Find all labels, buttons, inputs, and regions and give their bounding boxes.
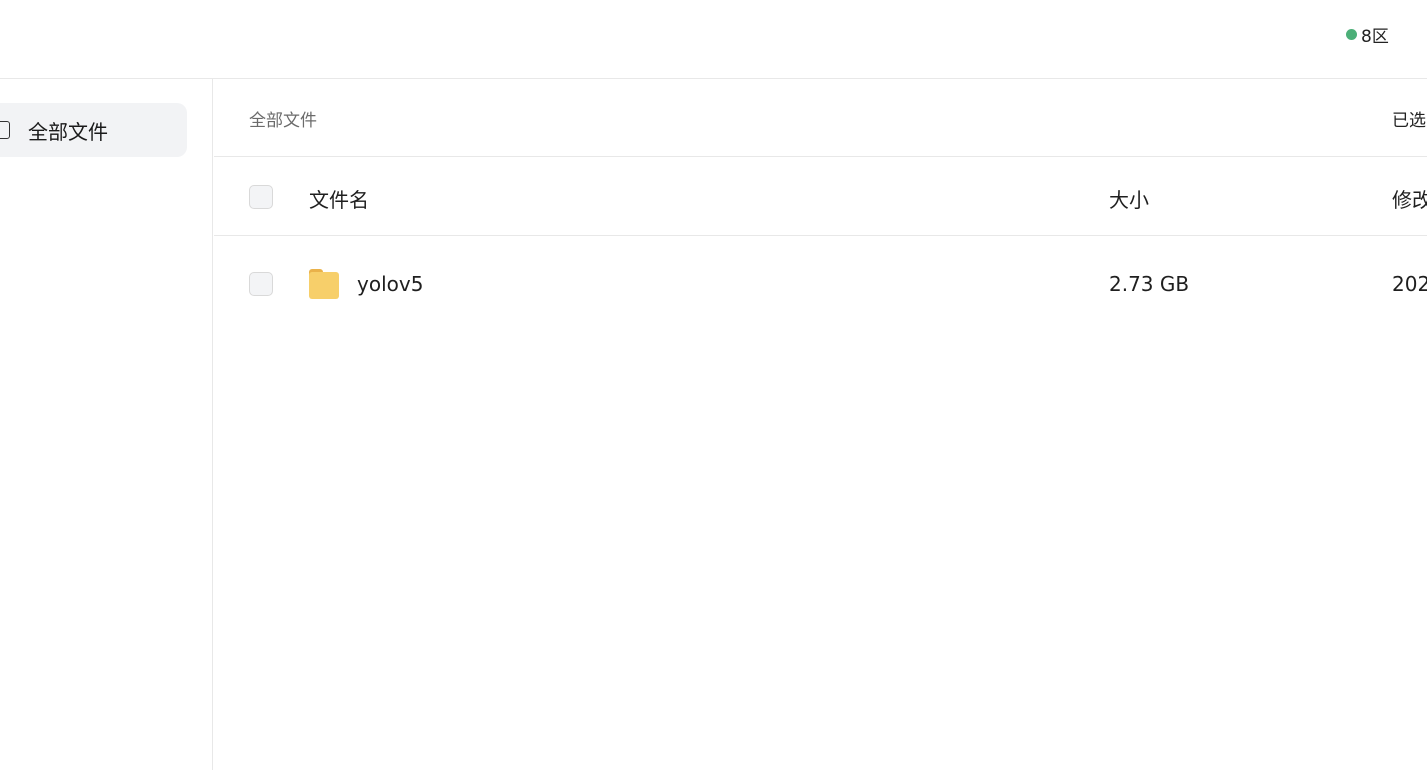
folder-body — [309, 272, 339, 299]
top-bar: 8区 — [0, 0, 1427, 79]
sidebar-item-all-files[interactable]: 全部文件 — [0, 103, 187, 157]
folder-outline-icon — [0, 121, 10, 139]
column-header-size[interactable]: 大小 — [1109, 184, 1149, 213]
file-modified: 202 — [1392, 272, 1427, 296]
select-all-checkbox[interactable] — [249, 185, 273, 209]
column-header-name[interactable]: 文件名 — [309, 184, 369, 213]
file-size: 2.73 GB — [1109, 272, 1190, 296]
table-header: 文件名 大小 修改 — [214, 157, 1427, 236]
row-checkbox[interactable] — [249, 272, 273, 296]
sidebar-item-label: 全部文件 — [28, 119, 108, 144]
status-dot-icon — [1346, 29, 1357, 40]
file-name[interactable]: yolov5 — [357, 272, 423, 296]
breadcrumb-bar: 全部文件 已选 — [214, 79, 1427, 157]
folder-icon — [309, 269, 339, 299]
column-header-modified[interactable]: 修改 — [1392, 184, 1427, 213]
selection-count: 已选 — [1392, 111, 1426, 131]
file-list-panel: 全部文件 已选 文件名 大小 修改 yolov5 2.73 GB 202 — [214, 79, 1427, 770]
region-indicator[interactable]: 8区 — [1346, 22, 1389, 47]
table-row[interactable]: yolov5 2.73 GB 202 — [214, 236, 1427, 332]
sidebar: 全部文件 — [0, 79, 213, 770]
breadcrumb[interactable]: 全部文件 — [249, 106, 317, 131]
region-label: 8区 — [1361, 27, 1389, 47]
